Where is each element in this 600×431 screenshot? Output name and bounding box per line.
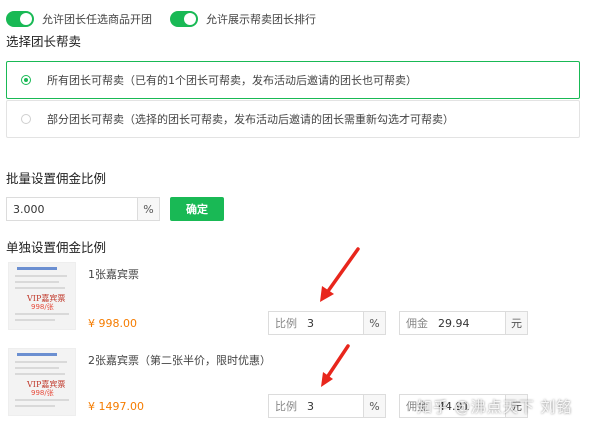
product-name: 2张嘉宾票（第二张半价，限时优惠） <box>88 354 271 367</box>
ratio-prefix: 比例 <box>275 317 297 330</box>
radio-unchecked-icon[interactable] <box>21 114 31 124</box>
ratio-unit: % <box>363 312 385 334</box>
ratio-unit: % <box>363 395 385 417</box>
radio-option-partial-label: 部分团长可帮卖（选择的团长可帮卖，发布活动后邀请的团长需重新勾选才可帮卖） <box>47 113 454 126</box>
single-section-title: 单独设置佣金比例 <box>6 240 107 255</box>
product-price: ¥ 998.00 <box>88 317 137 330</box>
ratio-input[interactable]: 3 <box>303 395 363 417</box>
batch-section-title: 批量设置佣金比例 <box>6 171 107 186</box>
thumb-price-tag: 998/张 <box>31 389 54 397</box>
radio-option-all-leaders[interactable]: 所有团长可帮卖（已有的1个团长可帮卖，发布活动后邀请的团长也可帮卖） <box>6 61 580 99</box>
product-price: ¥ 1497.00 <box>88 400 144 413</box>
select-section-title: 选择团长帮卖 <box>6 34 82 49</box>
ratio-input[interactable]: 3 <box>303 312 363 334</box>
product-ratio-field[interactable]: 比例 3 % <box>268 394 386 418</box>
product-thumbnail: VIP嘉宾票 998/张 <box>8 348 76 416</box>
product-commission-field[interactable]: 佣金 29.94 元 <box>399 311 528 335</box>
toggle-label-free-select: 允许团长任选商品开团 <box>42 13 152 26</box>
product-ratio-field[interactable]: 比例 3 % <box>268 311 386 335</box>
commission-unit: 元 <box>505 312 527 334</box>
product-thumbnail: VIP嘉宾票 998/张 <box>8 262 76 330</box>
thumb-price-tag: 998/张 <box>31 303 54 311</box>
toggle-row: 允许团长任选商品开团 允许展示帮卖团长排行 <box>6 9 334 29</box>
batch-ratio-unit: % <box>137 198 159 220</box>
toggle-switch-free-select[interactable] <box>6 11 34 27</box>
radio-option-all-label: 所有团长可帮卖（已有的1个团长可帮卖，发布活动后邀请的团长也可帮卖） <box>47 74 417 87</box>
batch-ratio-input[interactable]: 3.000 <box>7 198 137 220</box>
commission-prefix: 佣金 <box>406 317 428 330</box>
toggle-label-show-ranking: 允许展示帮卖团长排行 <box>206 13 316 26</box>
batch-ratio-field[interactable]: 3.000 % <box>6 197 160 221</box>
batch-confirm-button[interactable]: 确定 <box>170 197 224 221</box>
ratio-prefix: 比例 <box>275 400 297 413</box>
commission-input[interactable]: 29.94 <box>434 312 505 334</box>
product-name: 1张嘉宾票 <box>88 268 139 281</box>
watermark-text: 知乎 @沸点天下 刘铭 <box>417 398 573 416</box>
toggle-switch-show-ranking[interactable] <box>170 11 198 27</box>
radio-checked-icon[interactable] <box>21 75 31 85</box>
annotation-arrow-icon <box>321 344 350 387</box>
radio-option-partial-leaders[interactable]: 部分团长可帮卖（选择的团长可帮卖，发布活动后邀请的团长需重新勾选才可帮卖） <box>6 100 580 138</box>
annotation-arrow-icon <box>320 247 360 302</box>
